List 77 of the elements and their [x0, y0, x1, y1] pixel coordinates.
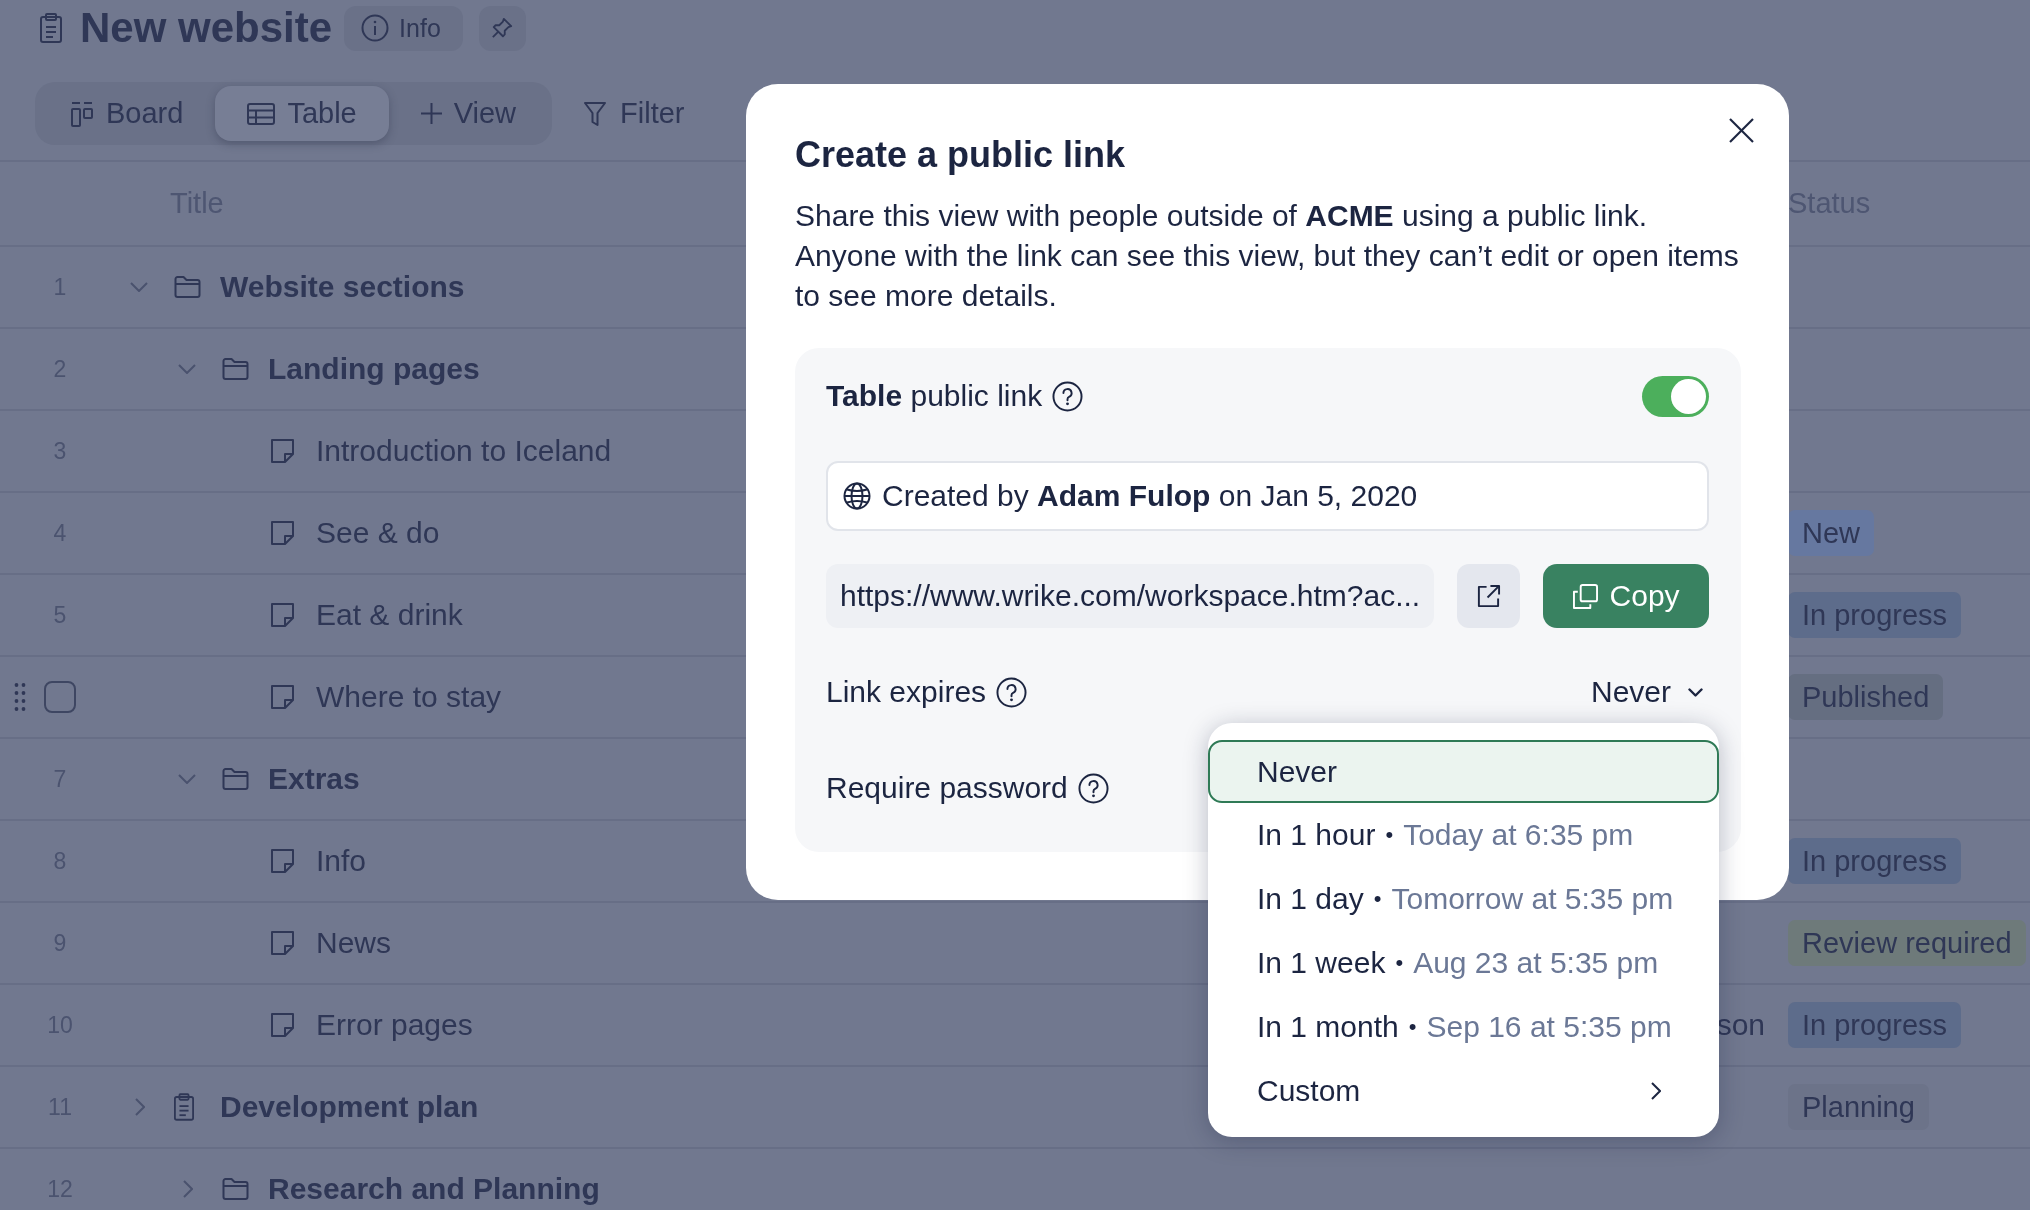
- filter-icon: [584, 100, 607, 127]
- expiry-option[interactable]: In 1 week • Aug 23 at 5:35 pm: [1208, 931, 1719, 995]
- document-icon: [270, 438, 295, 464]
- page-title: New website: [80, 3, 333, 53]
- view-tab[interactable]: Board: [39, 86, 216, 141]
- chevron-down-icon[interactable]: [178, 364, 196, 374]
- document-icon: [270, 520, 295, 546]
- document-icon: [270, 684, 295, 710]
- folder-icon: [222, 357, 249, 381]
- row-title[interactable]: Error pages: [316, 1008, 473, 1042]
- expiry-option[interactable]: Never: [1208, 740, 1719, 803]
- row-title[interactable]: Development plan: [220, 1090, 479, 1124]
- row-title[interactable]: News: [316, 926, 391, 960]
- drag-handle-icon[interactable]: [14, 682, 26, 712]
- external-link-icon: [1476, 583, 1502, 609]
- status-tag: Published: [1788, 674, 1944, 720]
- chevron-down-icon[interactable]: [130, 282, 148, 292]
- info-icon: [361, 14, 390, 42]
- help-icon[interactable]: [1077, 772, 1109, 804]
- chevron-down-icon[interactable]: [178, 774, 196, 784]
- require-password-label: Require password: [826, 771, 1068, 805]
- copy-icon: [1572, 583, 1598, 609]
- globe-icon: [843, 482, 871, 510]
- folder-icon: [174, 275, 201, 299]
- info-button[interactable]: Info: [344, 5, 463, 51]
- add-view-button[interactable]: View: [388, 86, 549, 141]
- expiry-option[interactable]: In 1 hour • Today at 6:35 pm: [1208, 803, 1719, 867]
- row-title[interactable]: Where to stay: [316, 680, 502, 714]
- row-title[interactable]: See & do: [316, 516, 440, 550]
- status-tag: Review required: [1788, 920, 2026, 966]
- dialog-title: Create a public link: [795, 133, 1127, 176]
- document-icon: [270, 602, 295, 628]
- row-title[interactable]: Landing pages: [268, 352, 480, 386]
- pin-button[interactable]: [478, 5, 526, 51]
- filter-button[interactable]: Filter: [584, 97, 685, 130]
- expiry-option[interactable]: In 1 month • Sep 16 at 5:35 pm: [1208, 995, 1719, 1059]
- chevron-right-icon[interactable]: [183, 1180, 193, 1198]
- status-tag: New: [1788, 510, 1874, 556]
- document-icon: [270, 848, 295, 874]
- view-tab[interactable]: Table: [215, 86, 389, 141]
- open-link-button[interactable]: [1457, 564, 1521, 628]
- chevron-right-icon: [1651, 1082, 1661, 1100]
- clipboard-icon: [40, 13, 62, 43]
- cell-text: son: [1716, 1008, 1765, 1042]
- row-title[interactable]: Website sections: [220, 270, 465, 304]
- status-tag: Planning: [1788, 1084, 1929, 1130]
- dialog-description: Share this view with people outside of ACME using a public link. Anyone with the link can see this view, but they can’t edit or open items to see more details.: [795, 198, 1740, 314]
- table-icon: [247, 102, 276, 125]
- close-button[interactable]: [1729, 118, 1754, 143]
- row-title[interactable]: Research and Planning: [268, 1172, 600, 1206]
- help-icon[interactable]: [996, 676, 1028, 708]
- expiry-option[interactable]: In 1 day • Tomorrow at 5:35 pm: [1208, 867, 1719, 931]
- public-link-label: Table public link: [826, 379, 1043, 413]
- chevron-right-icon[interactable]: [135, 1098, 145, 1116]
- row-title[interactable]: Introduction to Iceland: [316, 434, 612, 468]
- created-by-text: Created by Adam Fulop on Jan 5, 2020: [882, 479, 1418, 513]
- row-title[interactable]: Extras: [268, 762, 360, 796]
- folder-icon: [222, 1177, 249, 1201]
- close-icon: [1729, 118, 1754, 143]
- link-url-field[interactable]: https://www.wrike.com/workspace.htm?ac...: [826, 564, 1435, 628]
- document-icon: [270, 930, 295, 956]
- row-title[interactable]: Info: [316, 844, 367, 878]
- plus-icon: [420, 103, 442, 124]
- expiry-select[interactable]: Never: [1590, 675, 1709, 709]
- link-expires-label: Link expires: [826, 675, 987, 709]
- board-icon: [71, 100, 94, 127]
- public-link-toggle[interactable]: [1642, 375, 1709, 417]
- pin-icon: [491, 17, 514, 39]
- chevron-down-icon: [1688, 687, 1703, 697]
- row-title[interactable]: Eat & drink: [316, 598, 463, 632]
- document-icon: [270, 1012, 295, 1038]
- clipboard-icon: [174, 1093, 194, 1121]
- help-icon[interactable]: [1052, 380, 1084, 412]
- folder-icon: [222, 767, 249, 791]
- row-checkbox[interactable]: [44, 681, 76, 713]
- expiry-option[interactable]: Custom: [1208, 1059, 1719, 1123]
- copy-button[interactable]: Copy: [1543, 564, 1709, 628]
